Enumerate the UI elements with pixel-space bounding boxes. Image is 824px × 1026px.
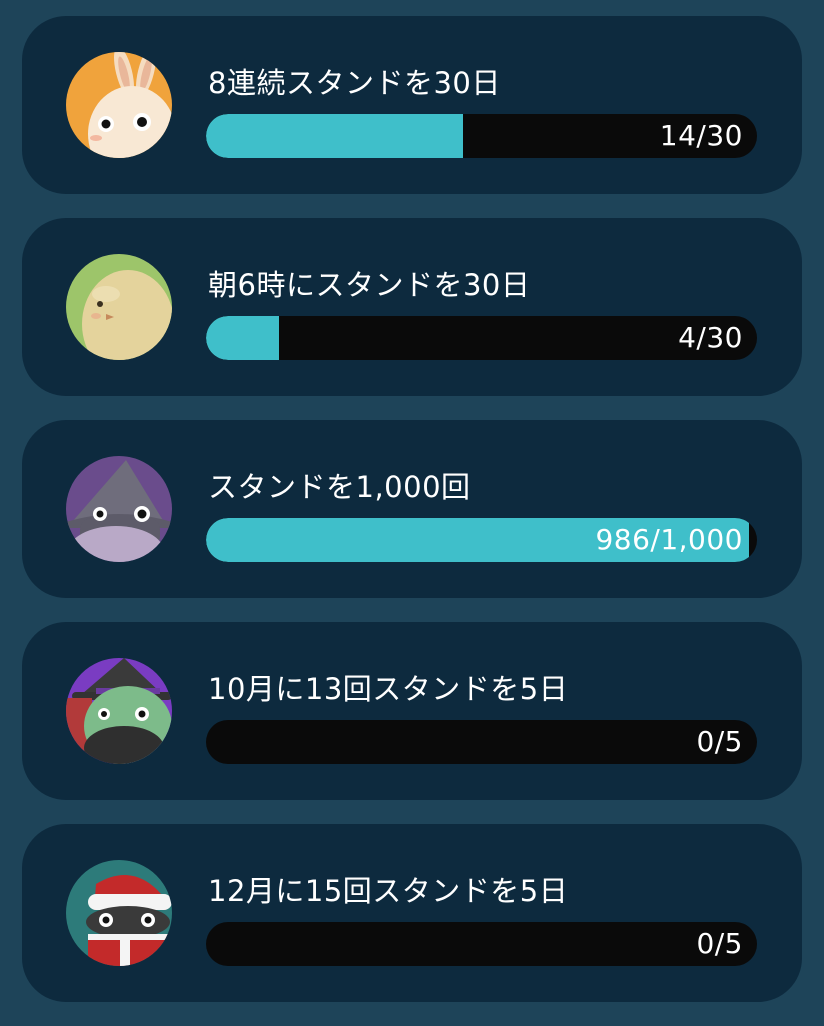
witch-avatar-icon [66,658,172,764]
progress-count: 986/1,000 [595,523,743,556]
challenge-title: 10月に13回スタンドを5日 [208,672,569,706]
challenge-card[interactable]: 朝6時にスタンドを30日 4/30 [22,218,802,396]
challenge-card[interactable]: 10月に13回スタンドを5日 0/5 [22,622,802,800]
challenge-card[interactable]: 8連続スタンドを30日 14/30 [22,16,802,194]
progress-fill [206,316,280,360]
progress-count: 14/30 [659,119,743,152]
challenge-title: 朝6時にスタンドを30日 [208,268,531,302]
progress-count: 0/5 [696,725,743,758]
santa-avatar-icon [66,860,172,966]
challenge-title: 8連続スタンドを30日 [208,66,501,100]
progress-count: 0/5 [696,927,743,960]
progress-bar: 0/5 [206,720,757,764]
challenge-title: スタンドを1,000回 [208,470,471,504]
progress-bar: 4/30 [206,316,757,360]
egg-bird-avatar-icon [66,254,172,360]
progress-bar: 986/1,000 [206,518,757,562]
challenge-list: 8連続スタンドを30日 14/30 朝6時にスタンドを30日 4/30 スタンド… [22,16,802,1026]
progress-fill [206,114,464,158]
wizard-avatar-icon [66,456,172,562]
progress-bar: 0/5 [206,922,757,966]
challenge-card[interactable]: 12月に15回スタンドを5日 0/5 [22,824,802,1002]
challenge-card[interactable]: スタンドを1,000回 986/1,000 [22,420,802,598]
rabbit-avatar-icon [66,52,172,158]
progress-count: 4/30 [678,321,743,354]
progress-bar: 14/30 [206,114,757,158]
challenge-title: 12月に15回スタンドを5日 [208,874,569,908]
